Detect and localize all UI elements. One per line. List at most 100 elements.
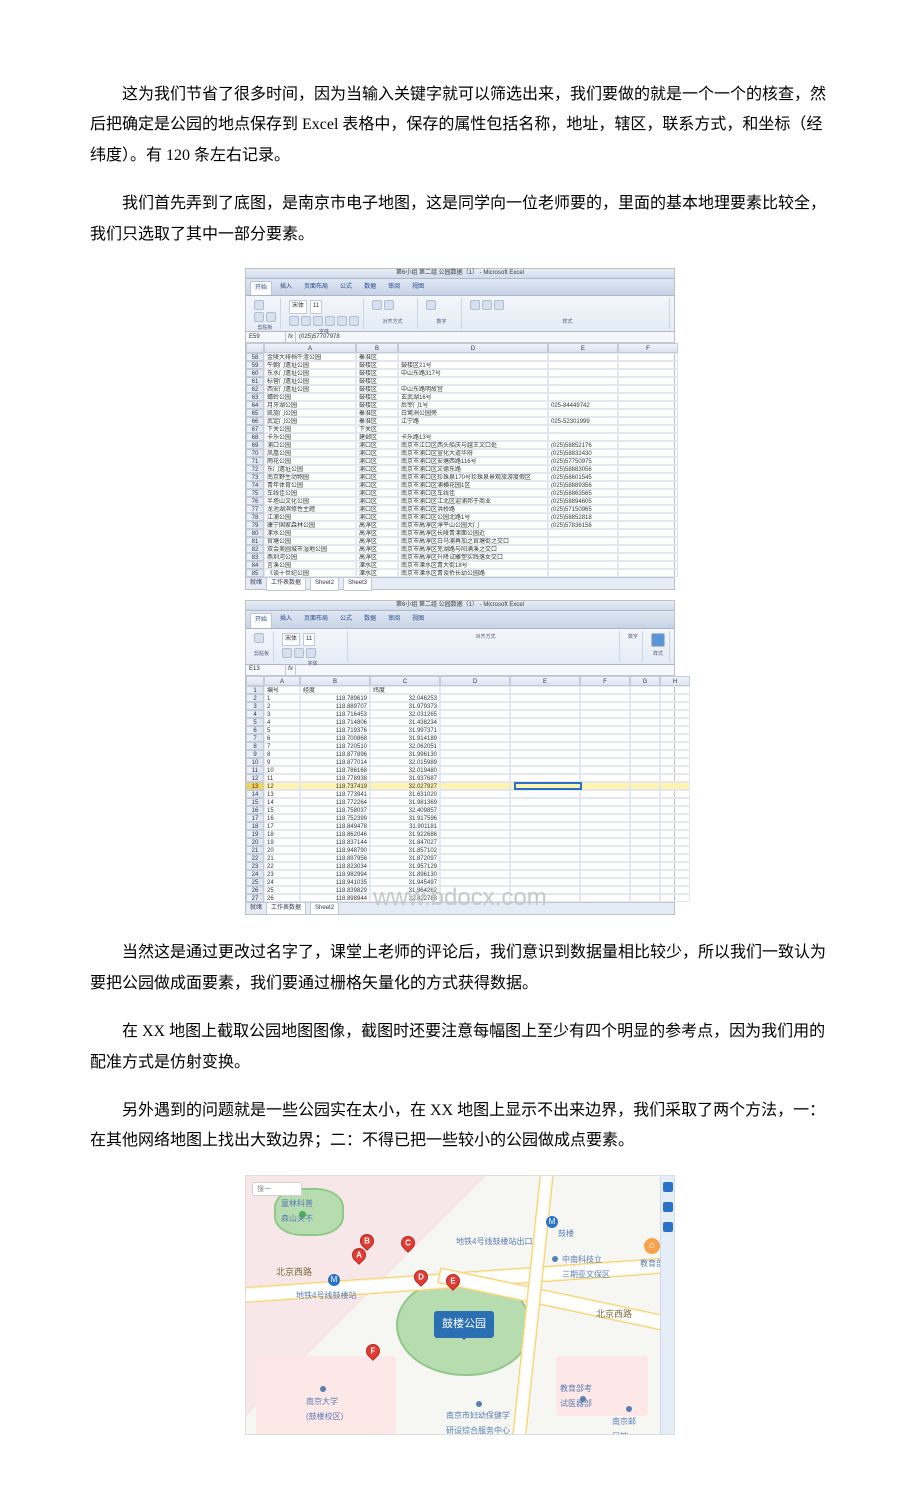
cell[interactable]: 31.917596	[370, 814, 440, 822]
column-header[interactable]	[246, 343, 264, 353]
cell[interactable]: 凤凰公园	[264, 449, 356, 457]
row-number[interactable]: 68	[246, 433, 264, 441]
cell[interactable]: 31.872097	[370, 854, 440, 862]
cell[interactable]	[618, 457, 678, 465]
cell[interactable]: 118.877896	[300, 750, 370, 758]
cell[interactable]	[618, 369, 678, 377]
column-header[interactable]: B	[356, 343, 398, 353]
border-button[interactable]	[325, 316, 335, 326]
cell[interactable]: 20	[264, 846, 300, 854]
map-search-input[interactable]: 搜一	[252, 1182, 302, 1196]
cell[interactable]	[630, 838, 660, 846]
sheet-tab-2[interactable]: Sheet2	[310, 577, 339, 590]
cell[interactable]: (025)58889356	[548, 481, 618, 489]
cell[interactable]	[580, 686, 630, 694]
cell[interactable]: 118.778938	[300, 774, 370, 782]
cell[interactable]	[580, 886, 630, 894]
excel-grid-1[interactable]: ABDEF58金陵大排档牛渣公园秦淮区59午朝门遗址公园鼓楼区鼓楼区21号60东…	[246, 343, 674, 577]
cell[interactable]	[580, 798, 630, 806]
tab-insert[interactable]: 插入	[276, 281, 296, 295]
cell[interactable]: 16	[264, 814, 300, 822]
row-number[interactable]: 61	[246, 377, 264, 385]
cell[interactable]	[618, 561, 678, 569]
row-number[interactable]: 64	[246, 401, 264, 409]
cell[interactable]: 18	[264, 830, 300, 838]
row-number[interactable]: 13	[246, 782, 264, 790]
row-number[interactable]: 60	[246, 369, 264, 377]
tab-formula[interactable]: 公式	[336, 281, 356, 295]
cell[interactable]: 025-84449742	[548, 401, 618, 409]
cell[interactable]: 鼓楼区	[356, 361, 398, 369]
cell[interactable]: 32.031265	[370, 710, 440, 718]
cell[interactable]: 31.857102	[370, 846, 440, 854]
row-number[interactable]: 6	[246, 726, 264, 734]
cell[interactable]	[618, 377, 678, 385]
cell[interactable]: 118.737419	[300, 782, 370, 790]
cell[interactable]	[440, 734, 510, 742]
tab-data[interactable]: 数据	[360, 281, 380, 295]
cell[interactable]: 32.022788	[370, 894, 440, 902]
cell[interactable]: 鼓楼区	[356, 401, 398, 409]
cell[interactable]	[510, 854, 580, 862]
cell[interactable]	[660, 862, 690, 870]
cell[interactable]	[440, 774, 510, 782]
row-number[interactable]: 69	[246, 441, 264, 449]
cell[interactable]	[618, 409, 678, 417]
cell[interactable]: 南京市浦口区浦横花园1区	[398, 481, 548, 489]
cell[interactable]: 4	[264, 718, 300, 726]
cell[interactable]	[398, 353, 548, 361]
cell[interactable]	[510, 870, 580, 878]
cell[interactable]	[618, 433, 678, 441]
cell[interactable]: 32.046253	[370, 694, 440, 702]
sheet-tab-1b[interactable]: 工作表数据	[266, 902, 306, 915]
cell[interactable]	[548, 553, 618, 561]
cell[interactable]: 中山东路317号	[398, 369, 548, 377]
cell[interactable]: 23	[264, 870, 300, 878]
cell[interactable]: 浦口公园	[264, 441, 356, 449]
cell[interactable]	[510, 894, 580, 902]
cell[interactable]	[618, 425, 678, 433]
cell[interactable]	[660, 790, 690, 798]
cell[interactable]: 118.839829	[300, 886, 370, 894]
cell[interactable]: (025)57150965	[548, 505, 618, 513]
cell[interactable]: 1	[264, 694, 300, 702]
cell[interactable]: 32.015989	[370, 758, 440, 766]
cell[interactable]	[580, 726, 630, 734]
cell[interactable]	[548, 425, 618, 433]
chart-icon[interactable]	[651, 633, 665, 647]
row-number[interactable]: 3	[246, 702, 264, 710]
cell[interactable]: 浦口区	[356, 441, 398, 449]
row-number[interactable]: 24	[246, 870, 264, 878]
row-number[interactable]: 15	[246, 798, 264, 806]
row-number[interactable]: 20	[246, 838, 264, 846]
cell[interactable]	[660, 878, 690, 886]
cell[interactable]	[660, 686, 690, 694]
cell[interactable]	[660, 886, 690, 894]
cell[interactable]: 南京市高淳区淳平山公园大门	[398, 521, 548, 529]
cell[interactable]	[510, 710, 580, 718]
cell[interactable]: 32.062051	[370, 742, 440, 750]
cell[interactable]: 17	[264, 822, 300, 830]
cell[interactable]	[580, 718, 630, 726]
cell[interactable]	[440, 750, 510, 758]
cell[interactable]: 31.896130	[370, 870, 440, 878]
cell[interactable]	[510, 718, 580, 726]
cell[interactable]	[618, 537, 678, 545]
cell[interactable]: 南京野生动物园	[264, 473, 356, 481]
copy-button[interactable]	[266, 312, 276, 322]
cell[interactable]	[440, 822, 510, 830]
fx-icon-2[interactable]: fx	[286, 664, 296, 675]
row-number[interactable]: 23	[246, 862, 264, 870]
cell[interactable]	[618, 353, 678, 361]
cell[interactable]	[580, 870, 630, 878]
cell[interactable]: 26	[264, 894, 300, 902]
cell[interactable]	[630, 710, 660, 718]
cell[interactable]: 118.786168	[300, 766, 370, 774]
cell[interactable]: 月牙湖公园	[264, 401, 356, 409]
cell[interactable]	[618, 505, 678, 513]
cell[interactable]: 标营门遗址公园	[264, 377, 356, 385]
align-button[interactable]	[372, 300, 382, 310]
number-format-button[interactable]	[426, 300, 436, 310]
cell[interactable]: 2	[264, 702, 300, 710]
row-number[interactable]: 9	[246, 750, 264, 758]
